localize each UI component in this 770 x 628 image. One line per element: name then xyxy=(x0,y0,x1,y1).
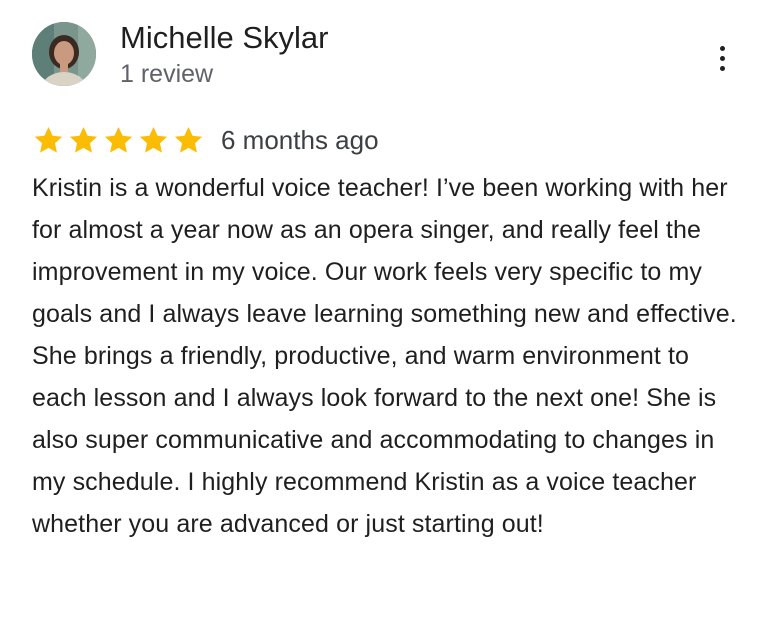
more-vertical-icon-dot xyxy=(719,55,725,61)
more-options-button[interactable] xyxy=(702,38,742,78)
reviewer-name[interactable]: Michelle Skylar xyxy=(120,18,328,58)
review-date: 6 months ago xyxy=(221,125,379,155)
star-icon xyxy=(34,126,63,153)
star-icon xyxy=(174,126,203,153)
rating-row: 6 months ago xyxy=(32,120,379,160)
star-icon xyxy=(139,126,168,153)
avatar-photo xyxy=(32,22,96,86)
star-icon xyxy=(104,126,133,153)
star-rating xyxy=(32,124,205,157)
more-vertical-icon-dot xyxy=(719,65,725,71)
review-card: Michelle Skylar 1 review 6 months ago Kr… xyxy=(0,0,770,628)
more-vertical-icon xyxy=(719,45,725,51)
review-count[interactable]: 1 review xyxy=(120,58,213,90)
avatar[interactable] xyxy=(32,22,96,86)
review-text: Kristin is a wonderful voice teacher! I’… xyxy=(32,174,737,538)
star-icon xyxy=(69,126,98,153)
